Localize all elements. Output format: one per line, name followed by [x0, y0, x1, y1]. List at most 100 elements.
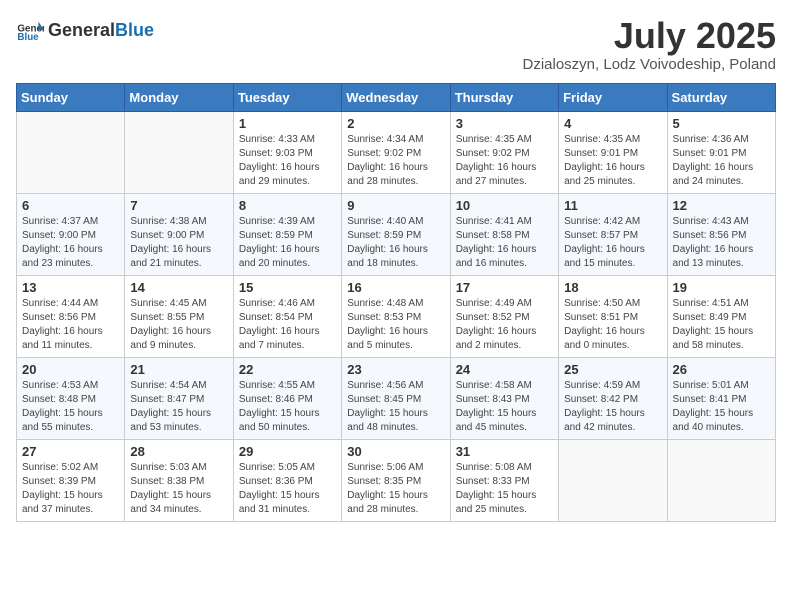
- day-number: 6: [22, 198, 119, 213]
- calendar-cell: 5 Sunrise: 4:36 AM Sunset: 9:01 PM Daylig…: [667, 111, 775, 193]
- day-number: 24: [456, 362, 553, 377]
- calendar-cell: [125, 111, 233, 193]
- day-number: 14: [130, 280, 227, 295]
- title-area: July 2025 Dzialoszyn, Lodz Voivodeship, …: [523, 16, 777, 73]
- day-number: 13: [22, 280, 119, 295]
- cell-content: Sunrise: 4:45 AM Sunset: 8:55 PM Dayligh…: [130, 297, 227, 353]
- cell-content: Sunrise: 4:56 AM Sunset: 8:45 PM Dayligh…: [347, 379, 444, 435]
- day-number: 18: [564, 280, 661, 295]
- day-number: 15: [239, 280, 336, 295]
- day-number: 19: [673, 280, 770, 295]
- day-number: 10: [456, 198, 553, 213]
- cell-content: Sunrise: 4:41 AM Sunset: 8:58 PM Dayligh…: [456, 215, 553, 271]
- cell-content: Sunrise: 4:37 AM Sunset: 9:00 PM Dayligh…: [22, 215, 119, 271]
- cell-content: Sunrise: 5:02 AM Sunset: 8:39 PM Dayligh…: [22, 461, 119, 517]
- cell-content: Sunrise: 5:01 AM Sunset: 8:41 PM Dayligh…: [673, 379, 770, 435]
- page-header: General Blue General Blue July 2025 Dzia…: [16, 16, 776, 73]
- calendar-cell: 18 Sunrise: 4:50 AM Sunset: 8:51 PM Dayli…: [559, 275, 667, 357]
- calendar-day-header: Thursday: [450, 83, 558, 111]
- day-number: 25: [564, 362, 661, 377]
- cell-content: Sunrise: 4:53 AM Sunset: 8:48 PM Dayligh…: [22, 379, 119, 435]
- calendar-cell: 23 Sunrise: 4:56 AM Sunset: 8:45 PM Dayli…: [342, 357, 450, 439]
- calendar-cell: 19Sunrise: 4:51 AM Sunset: 8:49 PM Dayli…: [667, 275, 775, 357]
- calendar-cell: [667, 439, 775, 521]
- main-title: July 2025: [523, 16, 777, 56]
- logo: General Blue General Blue: [16, 16, 154, 44]
- cell-content: Sunrise: 4:46 AM Sunset: 8:54 PM Dayligh…: [239, 297, 336, 353]
- cell-content: Sunrise: 4:59 AM Sunset: 8:42 PM Dayligh…: [564, 379, 661, 435]
- cell-content: Sunrise: 4:48 AM Sunset: 8:53 PM Dayligh…: [347, 297, 444, 353]
- calendar-cell: 4 Sunrise: 4:35 AM Sunset: 9:01 PM Daylig…: [559, 111, 667, 193]
- day-number: 3: [456, 116, 553, 131]
- calendar-cell: 26Sunrise: 5:01 AM Sunset: 8:41 PM Dayli…: [667, 357, 775, 439]
- calendar-cell: 10 Sunrise: 4:41 AM Sunset: 8:58 PM Dayli…: [450, 193, 558, 275]
- cell-content: Sunrise: 4:36 AM Sunset: 9:01 PM Dayligh…: [673, 133, 770, 189]
- day-number: 7: [130, 198, 227, 213]
- cell-content: Sunrise: 4:50 AM Sunset: 8:51 PM Dayligh…: [564, 297, 661, 353]
- calendar-week-row: 6 Sunrise: 4:37 AM Sunset: 9:00 PM Daylig…: [17, 193, 776, 275]
- calendar-cell: 21Sunrise: 4:54 AM Sunset: 8:47 PM Dayli…: [125, 357, 233, 439]
- day-number: 22: [239, 362, 336, 377]
- day-number: 20: [22, 362, 119, 377]
- cell-content: Sunrise: 4:34 AM Sunset: 9:02 PM Dayligh…: [347, 133, 444, 189]
- day-number: 9: [347, 198, 444, 213]
- calendar-week-row: 27Sunrise: 5:02 AM Sunset: 8:39 PM Dayli…: [17, 439, 776, 521]
- day-number: 17: [456, 280, 553, 295]
- calendar-day-header: Monday: [125, 83, 233, 111]
- calendar-cell: 3 Sunrise: 4:35 AM Sunset: 9:02 PM Daylig…: [450, 111, 558, 193]
- day-number: 30: [347, 444, 444, 459]
- day-number: 2: [347, 116, 444, 131]
- calendar-cell: 28Sunrise: 5:03 AM Sunset: 8:38 PM Dayli…: [125, 439, 233, 521]
- svg-text:Blue: Blue: [17, 32, 39, 43]
- day-number: 5: [673, 116, 770, 131]
- calendar-cell: 31 Sunrise: 5:08 AM Sunset: 8:33 PM Dayli…: [450, 439, 558, 521]
- calendar-table: SundayMondayTuesdayWednesdayThursdayFrid…: [16, 83, 776, 522]
- calendar-cell: 14 Sunrise: 4:45 AM Sunset: 8:55 PM Dayli…: [125, 275, 233, 357]
- calendar-day-header: Tuesday: [233, 83, 341, 111]
- day-number: 16: [347, 280, 444, 295]
- day-number: 28: [130, 444, 227, 459]
- calendar-cell: 16 Sunrise: 4:48 AM Sunset: 8:53 PM Dayli…: [342, 275, 450, 357]
- calendar-cell: 13Sunrise: 4:44 AM Sunset: 8:56 PM Dayli…: [17, 275, 125, 357]
- logo-blue-text: Blue: [115, 20, 154, 41]
- calendar-cell: 22Sunrise: 4:55 AM Sunset: 8:46 PM Dayli…: [233, 357, 341, 439]
- day-number: 4: [564, 116, 661, 131]
- calendar-day-header: Sunday: [17, 83, 125, 111]
- calendar-header-row: SundayMondayTuesdayWednesdayThursdayFrid…: [17, 83, 776, 111]
- calendar-cell: 8Sunrise: 4:39 AM Sunset: 8:59 PM Daylig…: [233, 193, 341, 275]
- day-number: 23: [347, 362, 444, 377]
- calendar-cell: 30 Sunrise: 5:06 AM Sunset: 8:35 PM Dayli…: [342, 439, 450, 521]
- calendar-week-row: 13Sunrise: 4:44 AM Sunset: 8:56 PM Dayli…: [17, 275, 776, 357]
- cell-content: Sunrise: 4:42 AM Sunset: 8:57 PM Dayligh…: [564, 215, 661, 271]
- calendar-week-row: 20 Sunrise: 4:53 AM Sunset: 8:48 PM Dayli…: [17, 357, 776, 439]
- cell-content: Sunrise: 4:40 AM Sunset: 8:59 PM Dayligh…: [347, 215, 444, 271]
- cell-content: Sunrise: 5:06 AM Sunset: 8:35 PM Dayligh…: [347, 461, 444, 517]
- calendar-cell: 6 Sunrise: 4:37 AM Sunset: 9:00 PM Daylig…: [17, 193, 125, 275]
- calendar-cell: 15 Sunrise: 4:46 AM Sunset: 8:54 PM Dayli…: [233, 275, 341, 357]
- calendar-cell: 12Sunrise: 4:43 AM Sunset: 8:56 PM Dayli…: [667, 193, 775, 275]
- calendar-week-row: 1 Sunrise: 4:33 AM Sunset: 9:03 PM Daylig…: [17, 111, 776, 193]
- cell-content: Sunrise: 4:33 AM Sunset: 9:03 PM Dayligh…: [239, 133, 336, 189]
- calendar-cell: 27Sunrise: 5:02 AM Sunset: 8:39 PM Dayli…: [17, 439, 125, 521]
- day-number: 29: [239, 444, 336, 459]
- calendar-cell: 17 Sunrise: 4:49 AM Sunset: 8:52 PM Dayli…: [450, 275, 558, 357]
- cell-content: Sunrise: 4:58 AM Sunset: 8:43 PM Dayligh…: [456, 379, 553, 435]
- day-number: 1: [239, 116, 336, 131]
- calendar-cell: 24 Sunrise: 4:58 AM Sunset: 8:43 PM Dayli…: [450, 357, 558, 439]
- cell-content: Sunrise: 4:35 AM Sunset: 9:01 PM Dayligh…: [564, 133, 661, 189]
- calendar-cell: 11 Sunrise: 4:42 AM Sunset: 8:57 PM Dayli…: [559, 193, 667, 275]
- calendar-cell: 2 Sunrise: 4:34 AM Sunset: 9:02 PM Daylig…: [342, 111, 450, 193]
- cell-content: Sunrise: 4:35 AM Sunset: 9:02 PM Dayligh…: [456, 133, 553, 189]
- calendar-cell: 1 Sunrise: 4:33 AM Sunset: 9:03 PM Daylig…: [233, 111, 341, 193]
- day-number: 11: [564, 198, 661, 213]
- calendar-cell: [559, 439, 667, 521]
- logo-icon: General Blue: [16, 16, 44, 44]
- calendar-cell: [17, 111, 125, 193]
- cell-content: Sunrise: 5:08 AM Sunset: 8:33 PM Dayligh…: [456, 461, 553, 517]
- calendar-day-header: Friday: [559, 83, 667, 111]
- calendar-cell: 7Sunrise: 4:38 AM Sunset: 9:00 PM Daylig…: [125, 193, 233, 275]
- cell-content: Sunrise: 5:05 AM Sunset: 8:36 PM Dayligh…: [239, 461, 336, 517]
- cell-content: Sunrise: 4:49 AM Sunset: 8:52 PM Dayligh…: [456, 297, 553, 353]
- day-number: 31: [456, 444, 553, 459]
- cell-content: Sunrise: 4:54 AM Sunset: 8:47 PM Dayligh…: [130, 379, 227, 435]
